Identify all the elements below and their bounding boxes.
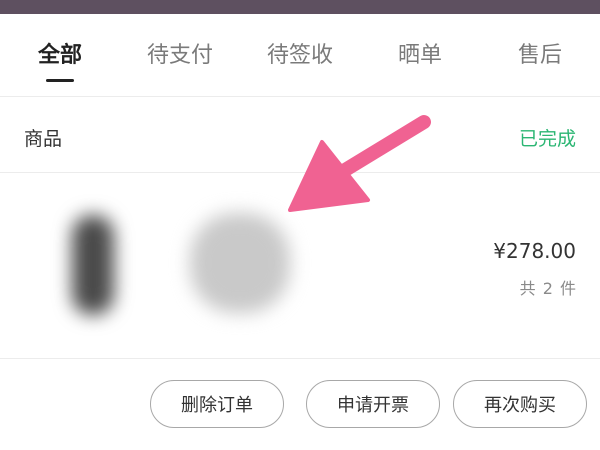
status-bar: [0, 0, 600, 14]
product-thumbnail: [190, 213, 290, 313]
tab-pending-payment[interactable]: 待支付: [120, 14, 240, 96]
tab-after-sales[interactable]: 售后: [480, 14, 600, 96]
product-thumbnail: [72, 215, 114, 315]
buy-again-button[interactable]: 再次购买: [453, 380, 587, 428]
tab-label: 售后: [517, 43, 562, 68]
order-tabs: 全部 待支付 待签收 晒单 售后: [0, 14, 600, 96]
order-header: 商品 已完成: [0, 96, 600, 172]
request-invoice-button[interactable]: 申请开票: [306, 380, 440, 428]
product-divider: [0, 358, 600, 359]
tab-all[interactable]: 全部: [0, 14, 120, 96]
section-label: 商品: [24, 128, 63, 150]
order-actions: 删除订单 申请开票 再次购买: [0, 380, 600, 428]
tab-label: 待支付: [146, 43, 213, 68]
order-status-badge: 已完成: [518, 128, 576, 150]
tab-label: 全部: [37, 43, 82, 68]
tab-pending-receipt[interactable]: 待签收: [240, 14, 360, 96]
tab-label: 待签收: [266, 43, 333, 68]
active-tab-indicator: [46, 79, 74, 82]
tab-reviews[interactable]: 晒单: [360, 14, 480, 96]
order-price: ¥278.00: [493, 239, 576, 263]
item-count: 共 2 件: [519, 279, 576, 298]
delete-order-button[interactable]: 删除订单: [150, 380, 284, 428]
order-product-row[interactable]: ¥278.00 共 2 件: [0, 173, 600, 358]
tab-label: 晒单: [397, 43, 442, 68]
